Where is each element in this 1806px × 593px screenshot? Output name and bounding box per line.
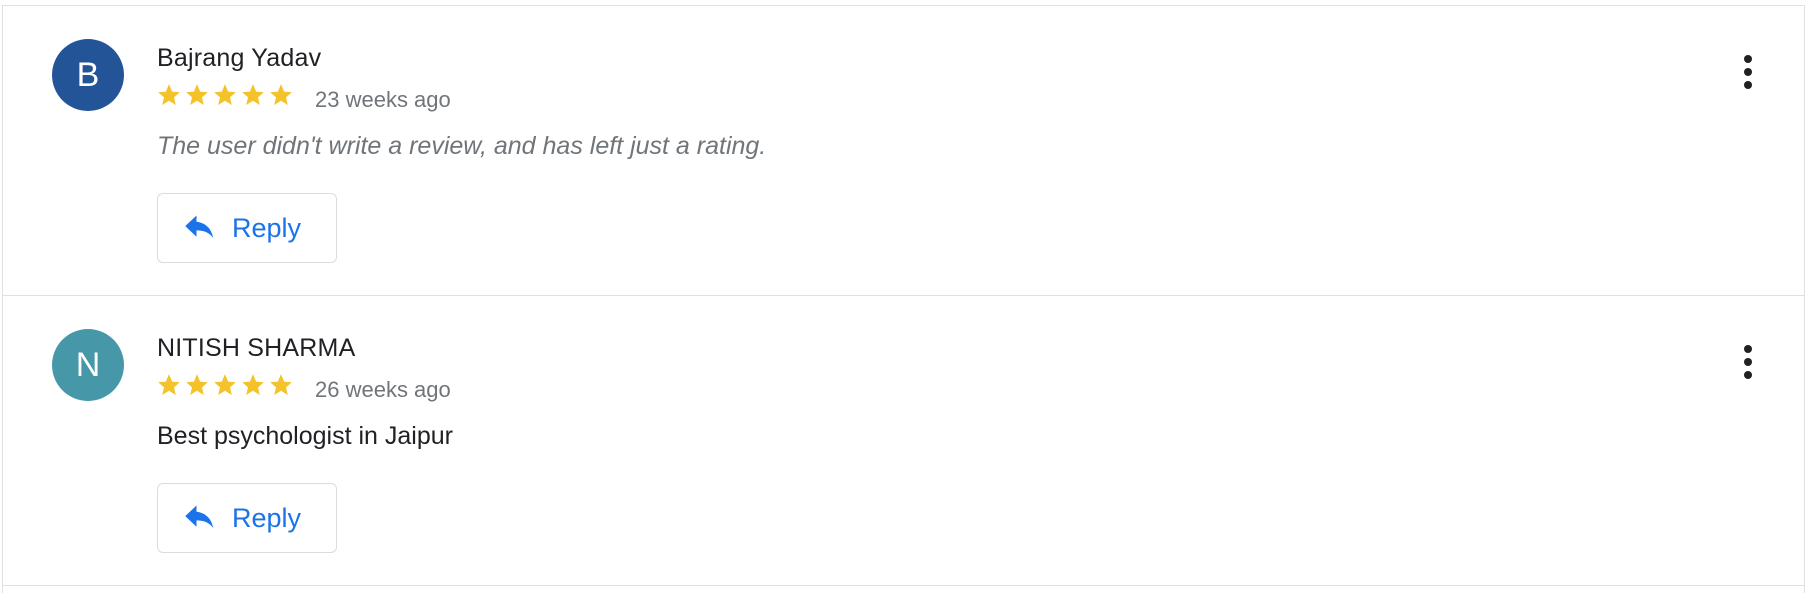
- more-dot: [1744, 55, 1752, 63]
- star-icon: [214, 374, 236, 395]
- star-icon: [242, 374, 264, 395]
- star-icon: [270, 84, 292, 105]
- more-vert-icon[interactable]: [1734, 50, 1762, 94]
- more-dot: [1744, 371, 1752, 379]
- reply-arrow-icon: [185, 215, 214, 238]
- star-rating: [156, 372, 294, 398]
- more-dot: [1744, 68, 1752, 76]
- more-dot: [1744, 358, 1752, 366]
- avatar[interactable]: B: [52, 39, 124, 111]
- review-time: 23 weeks ago: [315, 87, 451, 112]
- review-card: B Bajrang Yadav 23 weeks ago The user di…: [3, 6, 1804, 296]
- review-time: 26 weeks ago: [315, 377, 451, 402]
- star-icon: [214, 84, 236, 105]
- star-icon: [186, 84, 208, 105]
- reviewer-name[interactable]: Bajrang Yadav: [157, 44, 321, 73]
- star-icon: [158, 84, 180, 105]
- reply-button[interactable]: Reply: [157, 193, 337, 263]
- star-icon: [242, 84, 264, 105]
- reply-label: Reply: [232, 212, 302, 243]
- more-dot: [1744, 345, 1752, 353]
- avatar[interactable]: N: [52, 329, 124, 401]
- more-vert-icon[interactable]: [1734, 340, 1762, 384]
- reply-button[interactable]: Reply: [157, 483, 337, 553]
- star-icon: [158, 374, 180, 395]
- review-text: The user didn't write a review, and has …: [157, 132, 767, 160]
- more-dot: [1744, 81, 1752, 89]
- reply-label: Reply: [232, 502, 302, 533]
- reply-arrow-icon: [185, 505, 214, 528]
- star-icon: [270, 374, 292, 395]
- reviews-list: B Bajrang Yadav 23 weeks ago The user di…: [2, 5, 1805, 593]
- star-rating: [156, 82, 294, 108]
- star-icon: [186, 374, 208, 395]
- review-text: Best psychologist in Jaipur: [157, 422, 453, 450]
- review-card: N NITISH SHARMA 26 weeks ago Best psycho…: [3, 296, 1804, 586]
- reviewer-name[interactable]: NITISH SHARMA: [157, 334, 355, 363]
